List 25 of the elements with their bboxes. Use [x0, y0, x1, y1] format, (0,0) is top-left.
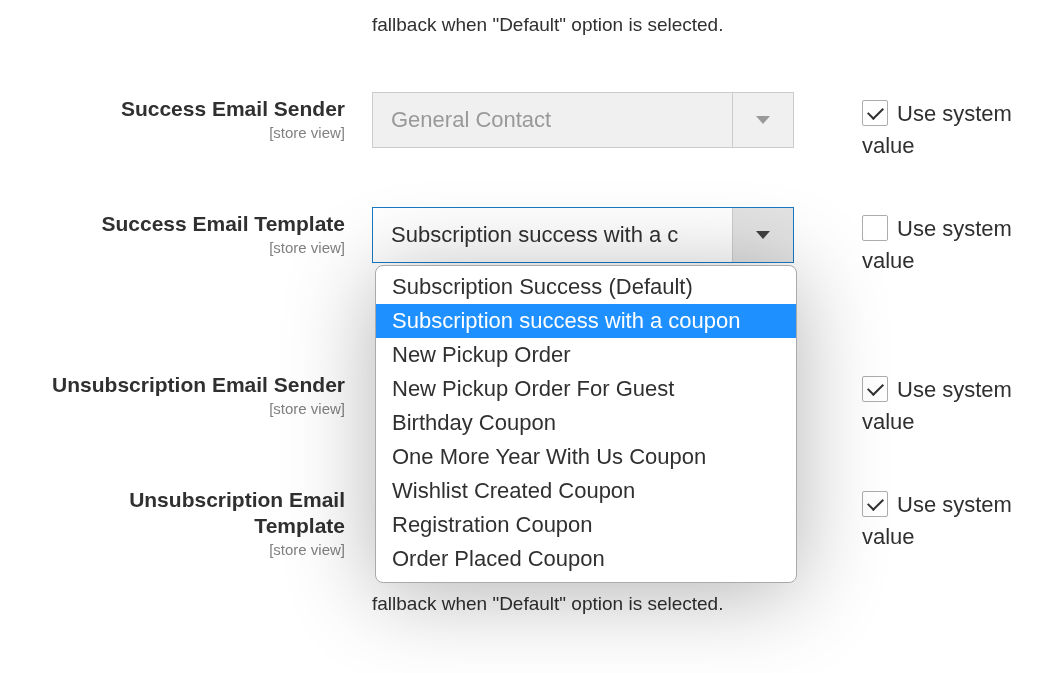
- scope-label: [store view]: [269, 124, 345, 141]
- use-system-checkbox[interactable]: Use system value: [862, 489, 1032, 553]
- field-note: fallback when "Default" option is selected.: [372, 14, 724, 35]
- dropdown-option[interactable]: Registration Coupon: [376, 508, 796, 542]
- scope-label: [store view]: [269, 400, 345, 417]
- dropdown-option[interactable]: Subscription Success (Default): [376, 270, 796, 304]
- use-system-checkbox[interactable]: Use system value: [862, 98, 1032, 162]
- field-label: Success Email Template: [101, 211, 345, 237]
- dropdown-option[interactable]: One More Year With Us Coupon: [376, 440, 796, 474]
- dropdown-option[interactable]: Order Placed Coupon: [376, 542, 796, 576]
- caret-icon: [756, 231, 770, 239]
- scope-label: [store view]: [269, 239, 345, 256]
- use-system-checkbox[interactable]: Use system value: [862, 213, 1032, 277]
- dropdown-option[interactable]: Birthday Coupon: [376, 406, 796, 440]
- field-label: Success Email Sender: [120, 96, 345, 122]
- field-label: Unsubscription Email Sender: [52, 372, 345, 398]
- dropdown-option[interactable]: New Pickup Order For Guest: [376, 372, 796, 406]
- field-label: Unsubscription Email Template: [128, 487, 345, 539]
- template-select[interactable]: Subscription success with a c: [372, 207, 794, 263]
- dropdown-option[interactable]: New Pickup Order: [376, 338, 796, 372]
- use-system-checkbox[interactable]: Use system value: [862, 374, 1032, 438]
- scope-label: [store view]: [269, 541, 345, 558]
- dropdown-option[interactable]: Wishlist Created Coupon: [376, 474, 796, 508]
- caret-icon: [756, 116, 770, 124]
- field-note: fallback when "Default" option is selected.: [372, 593, 724, 614]
